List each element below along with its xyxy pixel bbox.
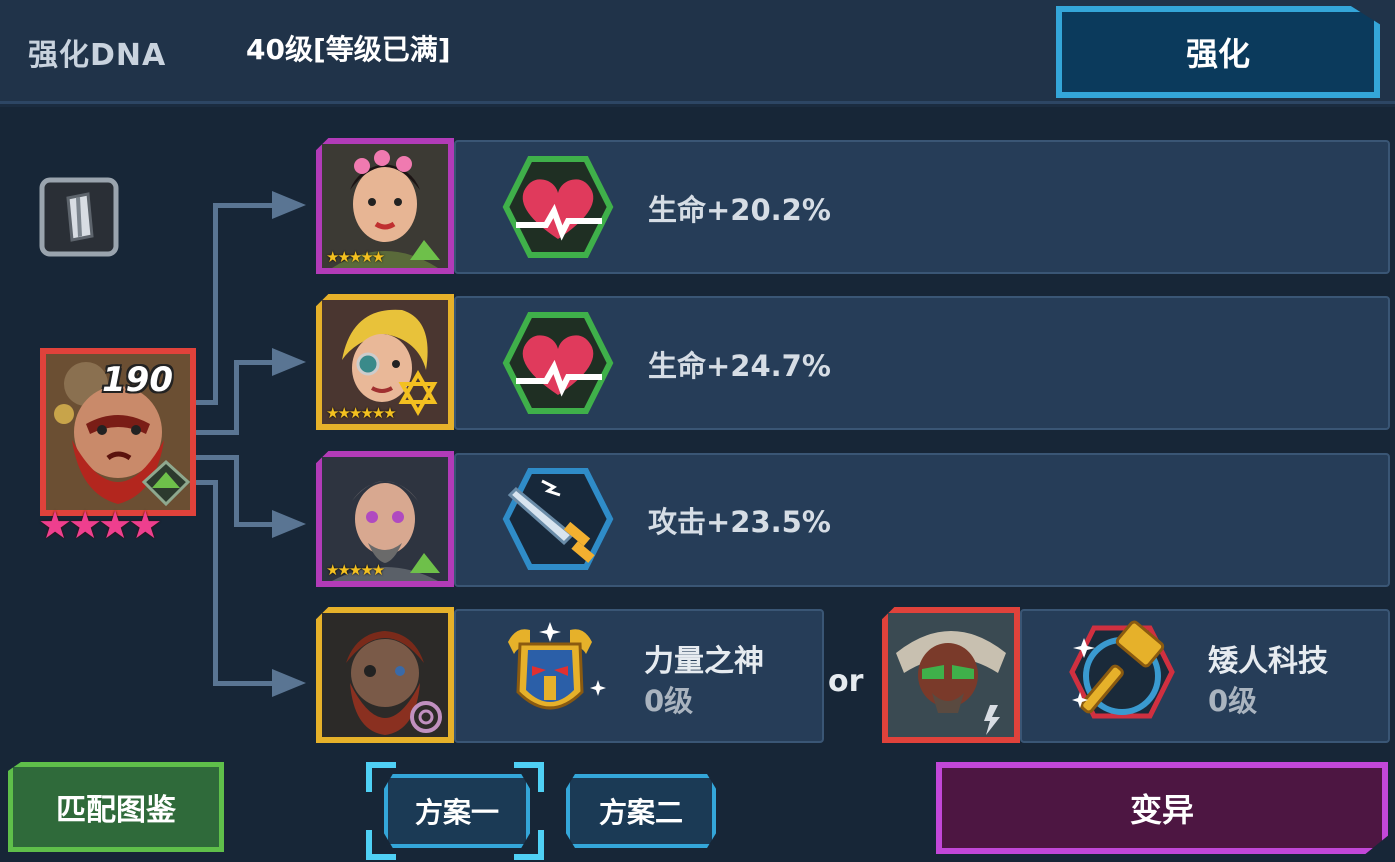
- dna-stat-1: 生命+20.2%: [648, 193, 831, 227]
- connector-h1: [213, 203, 275, 208]
- bonus-name-left: 力量之神: [644, 644, 764, 679]
- bonus-level-right: 0级: [1208, 684, 1258, 718]
- heart-icon: [502, 311, 614, 415]
- match-codex-label: 匹配图鉴: [56, 793, 176, 828]
- connector-v4: [213, 480, 218, 686]
- dna-level-text: 40级[等级已满]: [246, 33, 451, 66]
- hero-star-rating: ★★★★: [38, 503, 162, 547]
- plan-two-label: 方案二: [598, 796, 683, 829]
- sword-icon: [502, 467, 614, 571]
- top-bar: 强化DNA 40级[等级已满] 强化: [0, 0, 1395, 104]
- arrow-row-1: [272, 191, 306, 219]
- bonus-level-left: 0级: [644, 684, 694, 718]
- connector-h2: [234, 360, 275, 365]
- plan-one-tab[interactable]: 方案一: [384, 774, 530, 848]
- connector-v2: [234, 360, 239, 435]
- connector-h3: [234, 522, 275, 527]
- selection-bracket-tr: [514, 762, 544, 792]
- dna-hero-stars-3: ★★★★★: [326, 561, 385, 579]
- dna-hero-stars-2: ★★★★★★: [326, 404, 397, 422]
- bonus-hero-portrait-right[interactable]: [882, 607, 1020, 743]
- dna-stat-2: 生命+24.7%: [648, 349, 831, 383]
- golden-hammer-icon: [1066, 620, 1178, 724]
- selection-bracket-tl: [366, 762, 396, 792]
- arrow-row-3: [272, 510, 306, 538]
- mutate-button-label: 变异: [1129, 791, 1194, 829]
- hero-level-badge: 190: [102, 360, 173, 400]
- connector-v3: [234, 455, 239, 527]
- connector-trunk-3: [196, 455, 238, 460]
- dna-hero-portrait-2[interactable]: ★★★★★★: [316, 294, 454, 430]
- dna-hero-portrait-3[interactable]: ★★★★★: [316, 451, 454, 587]
- match-codex-button[interactable]: 匹配图鉴: [8, 762, 224, 852]
- enhance-button[interactable]: 强化: [1056, 6, 1380, 98]
- enhance-button-label: 强化: [1185, 35, 1250, 73]
- dna-stat-3: 攻击+23.5%: [648, 505, 831, 539]
- dna-hero-stars-1: ★★★★★: [326, 248, 385, 266]
- connector-trunk-2: [196, 430, 238, 435]
- page-title: 强化DNA: [28, 38, 167, 73]
- bonus-name-right: 矮人科技: [1208, 644, 1328, 679]
- plan-one-label: 方案一: [414, 796, 499, 829]
- heart-icon: [502, 155, 614, 259]
- or-separator: or: [828, 664, 864, 699]
- golden-mask-icon: [494, 620, 606, 724]
- dna-hero-portrait-1[interactable]: ★★★★★: [316, 138, 454, 274]
- arrow-row-2: [272, 348, 306, 376]
- connector-h4: [213, 681, 275, 686]
- plan-two-tab[interactable]: 方案二: [566, 774, 716, 848]
- selection-bracket-bl: [366, 830, 396, 860]
- arrow-row-4: [272, 669, 306, 697]
- bonus-hero-portrait-left[interactable]: [316, 607, 454, 743]
- mutate-button[interactable]: 变异: [936, 762, 1388, 854]
- connector-v1: [213, 203, 218, 405]
- equipment-slot-icon[interactable]: [38, 176, 120, 258]
- selection-bracket-br: [514, 830, 544, 860]
